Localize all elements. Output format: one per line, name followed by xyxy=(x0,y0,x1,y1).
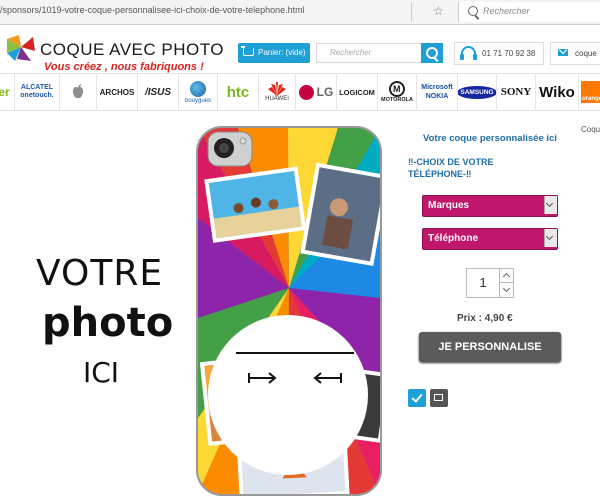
brand-microsoft-nokia[interactable]: Microsoft NOKIA xyxy=(417,74,458,110)
brand-apple[interactable] xyxy=(60,74,97,110)
cart-label: Panier: (vide) xyxy=(258,48,306,57)
headset-icon xyxy=(460,46,477,60)
brand-label: ALCATEL onetouch. xyxy=(20,84,54,99)
phone-choice-text: ‼-CHOIX DE VOTRE TÉLÉPHONE-‼ xyxy=(408,157,494,179)
brand-label: htc xyxy=(226,83,250,101)
brand-bouygues[interactable]: bouygues xyxy=(179,74,218,110)
mail-icon xyxy=(558,49,568,56)
brand-label: Microsoft NOKIA xyxy=(421,84,453,100)
brand-label: orange xyxy=(582,96,600,102)
motorola-logo-icon: M xyxy=(389,81,405,97)
apple-logo-icon xyxy=(73,84,83,99)
brand-select[interactable]: Marques xyxy=(422,195,558,217)
browser-search-field[interactable]: Rechercher xyxy=(458,2,600,22)
quantity-input[interactable]: 1 xyxy=(466,268,500,298)
case-text-photo: photo xyxy=(42,300,174,346)
checkmark-icon[interactable] xyxy=(408,389,426,407)
url-divider xyxy=(411,3,412,21)
chevron-down-icon xyxy=(544,196,557,214)
arrow-right-icon xyxy=(248,372,277,384)
brand-sony[interactable]: SONY xyxy=(497,74,536,110)
brand-select-value: Marques xyxy=(428,200,470,211)
brand-huawei[interactable]: HUAWEI xyxy=(259,74,296,110)
site-search-button[interactable] xyxy=(421,43,443,63)
product-title: Votre coque personnalisée ici xyxy=(423,133,557,144)
brand-motorola[interactable]: M MOTOROLA xyxy=(378,74,417,110)
brand-asus[interactable]: /ISUS xyxy=(138,74,179,110)
phone-select-value: Téléphone xyxy=(428,233,479,244)
phone-select[interactable]: Téléphone xyxy=(422,228,558,250)
brand-label: LOGICOM xyxy=(339,87,375,97)
huawei-logo-icon xyxy=(268,82,286,96)
site-search-input[interactable]: Rechercher xyxy=(316,43,422,63)
product-image[interactable] xyxy=(196,126,382,496)
brand-label: Wiko xyxy=(539,83,575,101)
side-panel-label: Coqu xyxy=(581,125,600,134)
brand-alcatel[interactable]: ALCATEL onetouch. xyxy=(15,74,60,110)
brand-wiko[interactable]: Wiko xyxy=(536,74,579,110)
brand-label: bouygues xyxy=(184,97,212,104)
phone-contact[interactable]: 01 71 70 92 38 xyxy=(454,42,544,65)
brand-acer[interactable]: er xyxy=(0,74,15,110)
search-icon xyxy=(426,47,438,59)
brand-strip: er ALCATEL onetouch. ARCHOS /ISUS bouygu… xyxy=(0,73,600,111)
site-search-placeholder: Rechercher xyxy=(330,48,372,57)
arrow-left-icon xyxy=(313,372,342,384)
bouygues-logo-icon xyxy=(190,80,206,97)
cart-icon xyxy=(241,46,254,56)
brand-samsung[interactable]: SAMSUNG xyxy=(458,74,497,110)
phone-choice-title: ‼-CHOIX DE VOTRE TÉLÉPHONE-‼ xyxy=(408,156,518,180)
email-share-icon[interactable] xyxy=(430,389,448,407)
brand-label: LG xyxy=(316,85,334,99)
brand-logicom[interactable]: LOGICOM xyxy=(337,74,378,110)
brand-label: er xyxy=(0,85,10,99)
bookmark-star-icon[interactable]: ☆ xyxy=(433,4,444,18)
url-text[interactable]: /sponsors/1019-votre-coque-personnalisee… xyxy=(0,5,305,15)
contact-label: coque xyxy=(575,49,597,58)
case-text-underline xyxy=(236,352,354,354)
logo-tagline: Vous créez , nous fabriquons ! xyxy=(44,61,204,73)
brand-htc[interactable]: htc xyxy=(218,74,259,110)
product-price: Prix : 4,90 € xyxy=(457,313,513,324)
case-text-votre: VOTRE xyxy=(36,253,164,294)
brand-label: SONY xyxy=(500,86,532,98)
quantity-decrease-button[interactable] xyxy=(499,282,514,298)
brand-lg[interactable]: LG xyxy=(296,74,337,110)
brand-label: HUAWEI xyxy=(265,96,289,102)
brand-label: SAMSUNG xyxy=(458,85,496,99)
brand-label: MOTOROLA xyxy=(381,97,413,103)
lg-logo-icon xyxy=(298,84,314,100)
case-text-ici: ICI xyxy=(83,356,120,389)
orange-logo-icon: orange xyxy=(581,81,600,103)
personalise-button[interactable]: JE PERSONNALISE xyxy=(419,332,561,362)
votre-photo-circle xyxy=(208,315,368,475)
brand-orange[interactable]: orange xyxy=(579,74,600,110)
browser-search-placeholder: Rechercher xyxy=(483,6,530,16)
search-icon xyxy=(468,6,478,16)
email-contact[interactable]: coque xyxy=(550,42,600,65)
chevron-down-icon xyxy=(544,229,557,247)
brand-label: /ISUS xyxy=(144,86,172,98)
brand-archos[interactable]: ARCHOS xyxy=(97,74,138,110)
logo-icon[interactable] xyxy=(5,33,37,63)
cart-button[interactable]: Panier: (vide) xyxy=(238,43,310,63)
brand-label: ARCHOS xyxy=(99,87,135,97)
browser-url-bar[interactable]: /sponsors/1019-votre-coque-personnalisee… xyxy=(0,0,600,25)
logo-title[interactable]: COQUE AVEC PHOTO xyxy=(40,40,224,60)
phone-number: 01 71 70 92 38 xyxy=(482,49,536,58)
